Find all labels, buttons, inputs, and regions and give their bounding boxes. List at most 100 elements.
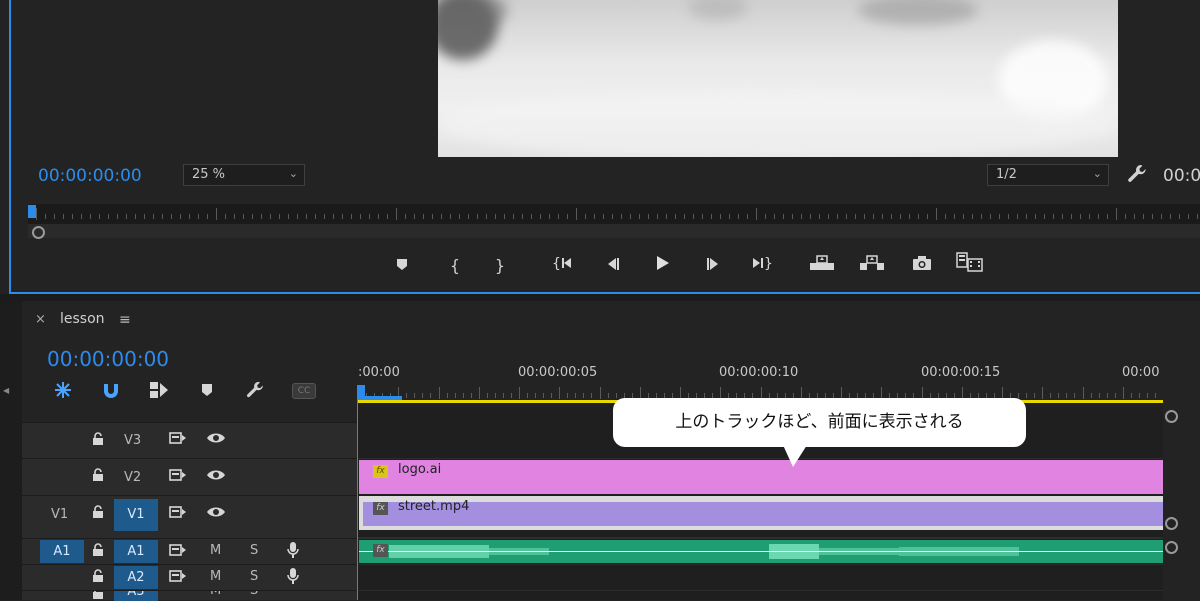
timeline-timecode[interactable]: 00:00:00:00 (47, 347, 169, 371)
ruler-tick (441, 214, 442, 219)
ruler-tick (535, 393, 537, 398)
microphone-icon[interactable] (283, 541, 303, 563)
ruler-tick (162, 214, 163, 219)
ruler-tick (531, 214, 532, 219)
go-to-out-button[interactable]: } (748, 254, 776, 278)
clip-street-mp4[interactable]: fx street.mp4 (359, 496, 1163, 530)
clip-logo-ai[interactable]: fx logo.ai (359, 460, 1163, 494)
microphone-icon[interactable] (283, 567, 303, 589)
lift-button[interactable] (808, 254, 836, 278)
solo-button[interactable]: S (250, 569, 258, 584)
ruler-tick (963, 214, 964, 219)
mute-button[interactable]: M (210, 569, 221, 584)
step-back-button[interactable] (599, 254, 627, 278)
ruler-tick (648, 214, 649, 219)
ruler-tick (599, 387, 601, 399)
panel-divider[interactable] (0, 294, 1200, 301)
mark-out-button[interactable]: } (486, 254, 514, 278)
source-patch-v1[interactable]: V1 (51, 507, 68, 522)
lock-icon[interactable] (88, 569, 108, 587)
ruler-tick (1146, 393, 1148, 398)
ruler-tick (551, 393, 553, 398)
ruler-tick (675, 214, 676, 219)
solo-button[interactable]: S (250, 591, 258, 598)
track-label-a2[interactable]: A2 (114, 566, 158, 589)
close-tab-icon[interactable]: × (35, 312, 46, 327)
solo-button[interactable]: S (250, 543, 258, 558)
go-to-in-button[interactable]: { (549, 254, 577, 278)
ruler-tick (1098, 393, 1100, 398)
step-forward-button[interactable] (699, 254, 727, 278)
playhead-line[interactable] (357, 397, 358, 600)
eye-icon[interactable] (206, 469, 226, 485)
track-header-v1: V1 V1 (22, 495, 357, 533)
ruler-tick (621, 214, 622, 219)
ruler-tick (639, 214, 640, 219)
nest-toggle-icon[interactable] (52, 380, 74, 404)
linked-selection-icon[interactable] (148, 380, 170, 404)
lock-icon[interactable] (88, 543, 108, 561)
source-patch-a1[interactable]: A1 (40, 540, 84, 563)
ruler-tick (243, 214, 244, 219)
wrench-icon[interactable] (245, 380, 265, 404)
button-editor-icon[interactable] (956, 252, 984, 276)
ruler-tick (783, 214, 784, 219)
sync-lock-icon[interactable] (168, 543, 188, 561)
vertical-zoom-handle[interactable] (1165, 517, 1178, 530)
eye-icon[interactable] (206, 432, 226, 448)
ruler-tick (438, 387, 440, 399)
program-timecode[interactable]: 00:00:00:00 (38, 166, 142, 186)
ruler-tick (1197, 214, 1198, 219)
snap-magnet-icon[interactable] (101, 380, 121, 404)
ruler-tick (702, 214, 703, 219)
ruler-tick (459, 214, 460, 219)
add-marker-icon[interactable] (200, 382, 214, 402)
sync-lock-icon[interactable] (168, 468, 188, 486)
play-button[interactable] (648, 254, 676, 278)
collapse-arrow-icon[interactable]: ◀ (3, 386, 9, 395)
track-label-a1[interactable]: A1 (114, 540, 158, 563)
svg-text:}: } (764, 256, 773, 271)
lock-icon[interactable] (88, 591, 108, 601)
ruler-tick (828, 214, 829, 219)
sync-lock-icon[interactable] (168, 569, 188, 587)
resolution-select[interactable]: 1/2 ⌄ (987, 164, 1109, 186)
monitor-playhead[interactable] (28, 205, 36, 218)
sequence-tab-title[interactable]: lesson (60, 311, 105, 327)
ruler-tick (422, 393, 424, 398)
zoom-select[interactable]: 25 % ⌄ (183, 164, 305, 186)
ruler-tick (837, 214, 838, 219)
eye-icon[interactable] (206, 506, 226, 522)
add-marker-button[interactable] (388, 254, 416, 278)
row-separator (358, 564, 1163, 565)
monitor-scroll-track[interactable] (28, 224, 1200, 238)
track-label-v3[interactable]: V3 (124, 433, 141, 448)
ruler-tick (527, 393, 529, 398)
in-out-range (357, 396, 402, 400)
camera-icon[interactable] (908, 254, 936, 278)
track-label-v2[interactable]: V2 (124, 470, 141, 485)
video-audio-divider[interactable] (358, 537, 1163, 539)
scroll-handle[interactable] (32, 226, 45, 239)
ruler-tick (981, 214, 982, 219)
mute-button[interactable]: M (210, 543, 221, 558)
sync-lock-icon[interactable] (168, 505, 188, 523)
ruler-tick (252, 214, 253, 219)
captions-toggle[interactable]: CC (292, 383, 316, 399)
mute-button[interactable]: M (210, 591, 221, 598)
vertical-zoom-handle[interactable] (1165, 410, 1178, 423)
sync-lock-icon[interactable] (168, 431, 188, 449)
ruler-tick (1188, 214, 1189, 219)
clip-street-audio[interactable]: fx (359, 540, 1163, 563)
mark-in-button[interactable]: { (441, 254, 469, 278)
lock-icon[interactable] (88, 432, 108, 450)
vertical-zoom-handle[interactable] (1165, 541, 1178, 554)
lock-icon[interactable] (88, 505, 108, 523)
wrench-icon[interactable] (1126, 163, 1150, 187)
track-label-v1[interactable]: V1 (114, 499, 158, 531)
extract-button[interactable] (858, 254, 886, 278)
track-header-a3: A3 M S (22, 590, 357, 601)
ruler-tick (108, 214, 109, 219)
lock-icon[interactable] (88, 468, 108, 486)
panel-menu-icon[interactable]: ≡ (119, 312, 131, 328)
